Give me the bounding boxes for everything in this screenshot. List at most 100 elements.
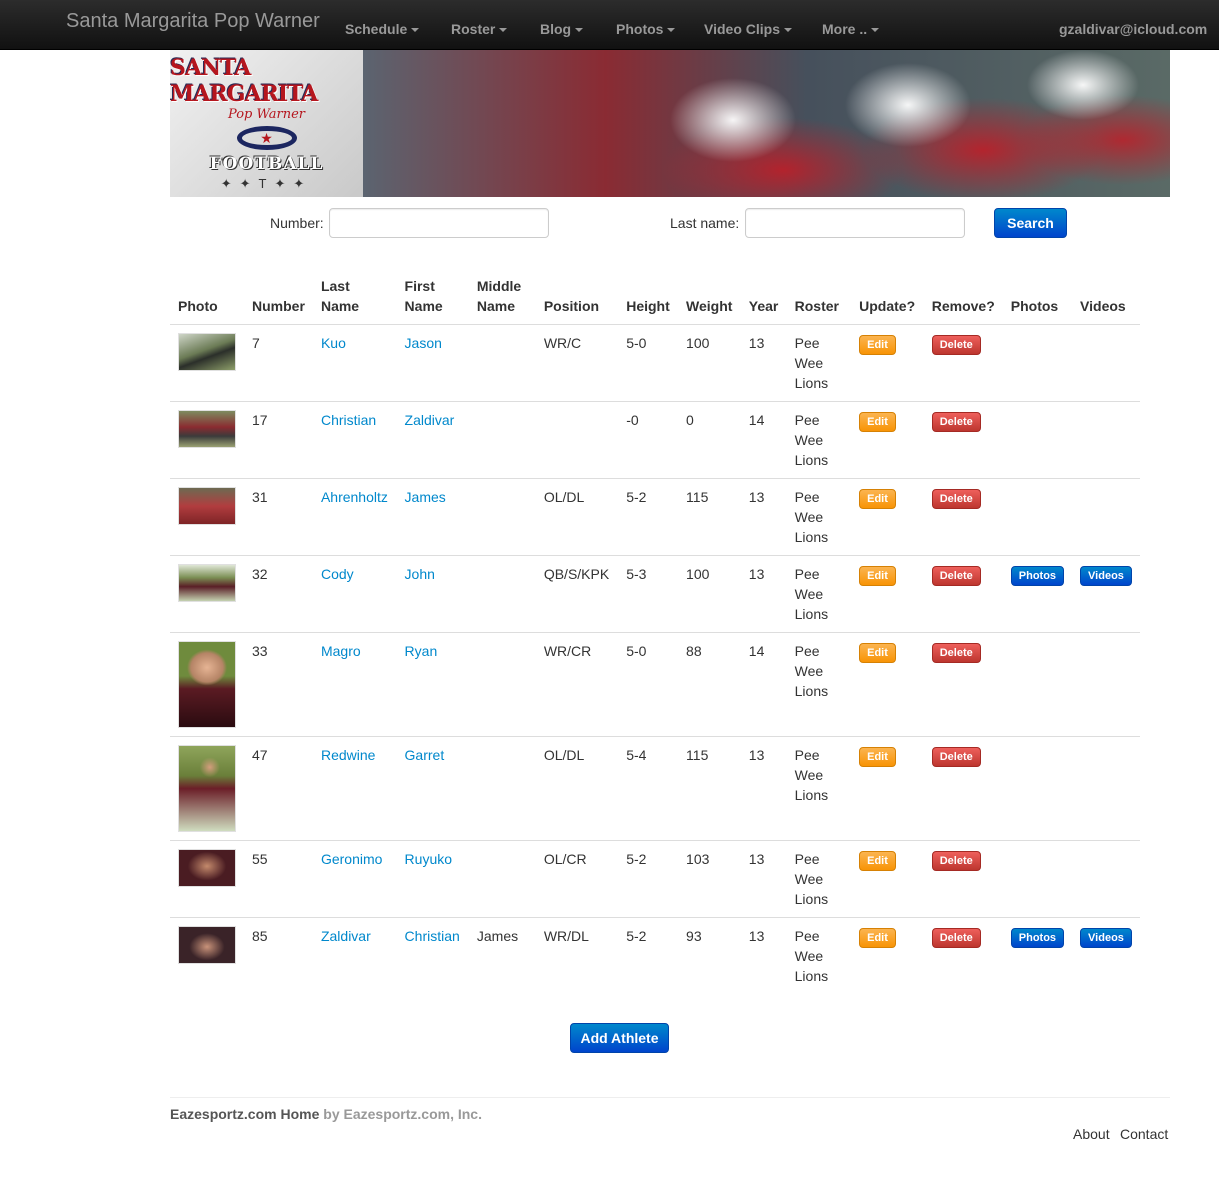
videos-button[interactable]: Videos [1080,928,1132,948]
athlete-photo[interactable] [178,745,236,832]
about-link[interactable]: About [1073,1126,1110,1142]
athlete-year: 13 [740,917,787,994]
footer-credit: Eazesportz.com Home by Eazesportz.com, I… [170,1106,482,1122]
col-header: Remove? [923,270,1003,325]
col-header: Roster [786,270,852,325]
contact-link[interactable]: Contact [1120,1126,1168,1142]
delete-button[interactable]: Delete [931,747,981,767]
col-header: Year [740,270,787,325]
athlete-photo[interactable] [178,333,236,371]
athlete-last-name-link[interactable]: Magro [321,643,361,659]
table-row: 17 Christian Zaldivar -0 0 14 Pee Wee Li… [170,401,1140,479]
number-input[interactable] [329,208,549,238]
athlete-last-name-link[interactable]: Christian [321,412,376,428]
banner-photo-players [363,50,1170,197]
athlete-roster: Pee Wee Lions [786,478,852,556]
athlete-position: WR/DL [535,917,619,994]
caret-down-icon [575,27,584,32]
col-header: Photos [1002,270,1073,325]
delete-button[interactable]: Delete [931,643,981,663]
athlete-last-name-link[interactable]: Ahrenholtz [321,489,388,505]
edit-button[interactable]: Edit [859,928,896,948]
athlete-middle-name [468,324,536,402]
nav-roster-label: Roster [451,21,496,37]
caret-down-icon [667,27,676,32]
delete-button[interactable]: Delete [931,851,981,871]
athlete-height: 5-2 [618,917,679,994]
athlete-first-name-link[interactable]: Christian [405,928,460,944]
user-account-menu[interactable]: gzaldivar@icloud.com [1059,21,1207,37]
edit-button[interactable]: Edit [859,566,896,586]
athlete-photo[interactable] [178,926,236,964]
athlete-roster: Pee Wee Lions [786,917,852,994]
athlete-middle-name: James [468,917,536,994]
edit-button[interactable]: Edit [859,335,896,355]
delete-button[interactable]: Delete [931,566,981,586]
last-name-input[interactable] [745,208,965,238]
star-emblem-icon: ★ [236,126,297,150]
nav-video-clips[interactable]: Video Clips [704,21,792,37]
athlete-first-name-link[interactable]: Garret [405,747,445,763]
athlete-last-name-link[interactable]: Zaldivar [321,928,371,944]
athlete-height: 5-0 [618,324,679,402]
search-button[interactable]: Search [994,208,1067,238]
footer-home-link[interactable]: Eazesportz.com Home [170,1106,319,1122]
videos-button[interactable]: Videos [1080,566,1132,586]
nav-roster[interactable]: Roster [451,21,508,37]
athlete-first-name-link[interactable]: Ryan [405,643,438,659]
athlete-last-name-link[interactable]: Cody [321,566,354,582]
number-label: Number: [270,215,324,231]
athlete-first-name-link[interactable]: James [405,489,446,505]
nav-blog-label: Blog [540,21,572,37]
athlete-weight: 93 [678,917,741,994]
athlete-height: 5-4 [618,736,679,841]
athlete-last-name-link[interactable]: Redwine [321,747,375,763]
athlete-first-name-link[interactable]: John [405,566,435,582]
delete-button[interactable]: Delete [931,412,981,432]
nav-blog[interactable]: Blog [540,21,584,37]
athlete-photo[interactable] [178,849,236,887]
photos-button[interactable]: Photos [1010,566,1065,586]
col-header: Position [535,270,619,325]
athlete-photo[interactable] [178,641,236,728]
athlete-position: OL/DL [535,736,619,841]
athlete-last-name-link[interactable]: Kuo [321,335,346,351]
athlete-photo[interactable] [178,564,236,602]
photos-button[interactable]: Photos [1010,928,1065,948]
caret-down-icon [783,27,792,32]
athlete-weight: 88 [678,632,741,737]
logo-football: FOOTBALL [209,154,324,174]
athlete-number: 85 [244,917,313,994]
caret-down-icon [499,27,508,32]
athlete-number: 55 [244,840,313,918]
athlete-number: 7 [244,324,313,402]
edit-button[interactable]: Edit [859,489,896,509]
nav-more[interactable]: More .. [822,21,880,37]
last-name-label: Last name: [670,215,740,231]
athlete-roster: Pee Wee Lions [786,632,852,737]
athlete-middle-name [468,401,536,479]
delete-button[interactable]: Delete [931,489,981,509]
edit-button[interactable]: Edit [859,851,896,871]
nav-photos[interactable]: Photos [616,21,676,37]
athlete-roster: Pee Wee Lions [786,736,852,841]
athlete-photo[interactable] [178,410,236,448]
edit-button[interactable]: Edit [859,412,896,432]
athlete-last-name-link[interactable]: Geronimo [321,851,382,867]
athlete-weight: 115 [678,736,741,841]
brand-title[interactable]: Santa Margarita Pop Warner [66,10,320,33]
athlete-first-name-link[interactable]: Zaldivar [405,412,455,428]
athlete-height: 5-2 [618,478,679,556]
nav-schedule[interactable]: Schedule [345,21,420,37]
athlete-first-name-link[interactable]: Ruyuko [405,851,452,867]
delete-button[interactable]: Delete [931,928,981,948]
delete-button[interactable]: Delete [931,335,981,355]
add-athlete-button[interactable]: Add Athlete [570,1023,669,1053]
athlete-photo[interactable] [178,487,236,525]
athlete-year: 13 [740,840,787,918]
athlete-year: 13 [740,736,787,841]
athlete-first-name-link[interactable]: Jason [405,335,442,351]
edit-button[interactable]: Edit [859,643,896,663]
edit-button[interactable]: Edit [859,747,896,767]
caret-down-icon [411,27,420,32]
